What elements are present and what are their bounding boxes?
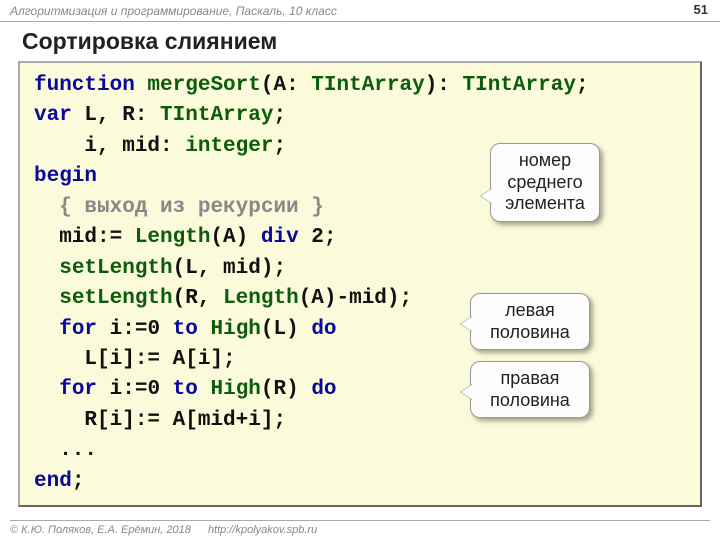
header-bar: Алгоритмизация и программирование, Паска… xyxy=(0,0,720,22)
code-line: function mergeSort(A: TIntArray): TIntAr… xyxy=(34,71,686,101)
copyright: © К.Ю. Поляков, Е.А. Ерёмин, 2018 xyxy=(10,524,191,536)
code-line: mid:= Length(A) div 2; xyxy=(34,223,686,253)
course-label: Алгоритмизация и программирование, Паска… xyxy=(10,4,337,18)
page-number: 51 xyxy=(694,2,708,17)
callout-tail-icon xyxy=(461,384,473,400)
callout-left-half: левая половина xyxy=(470,293,590,350)
callout-right-half: правая половина xyxy=(470,361,590,418)
callout-text: левая половина xyxy=(490,300,570,342)
callout-text: правая половина xyxy=(490,368,570,410)
callout-tail-icon xyxy=(481,188,493,204)
callout-text: номер среднего элемента xyxy=(505,150,585,213)
code-line: setLength(L, mid); xyxy=(34,254,686,284)
footer-url: http://kpolyakov.spb.ru xyxy=(208,524,317,536)
code-line: ... xyxy=(34,436,686,466)
callout-tail-icon xyxy=(461,316,473,332)
code-line: end; xyxy=(34,467,686,497)
page-title: Сортировка слиянием xyxy=(0,22,720,59)
callout-middle-index: номер среднего элемента xyxy=(490,143,600,222)
code-line: var L, R: TIntArray; xyxy=(34,101,686,131)
code-box: function mergeSort(A: TIntArray): TIntAr… xyxy=(18,61,702,507)
footer: © К.Ю. Поляков, Е.А. Ерёмин, 2018 http:/… xyxy=(10,520,710,536)
